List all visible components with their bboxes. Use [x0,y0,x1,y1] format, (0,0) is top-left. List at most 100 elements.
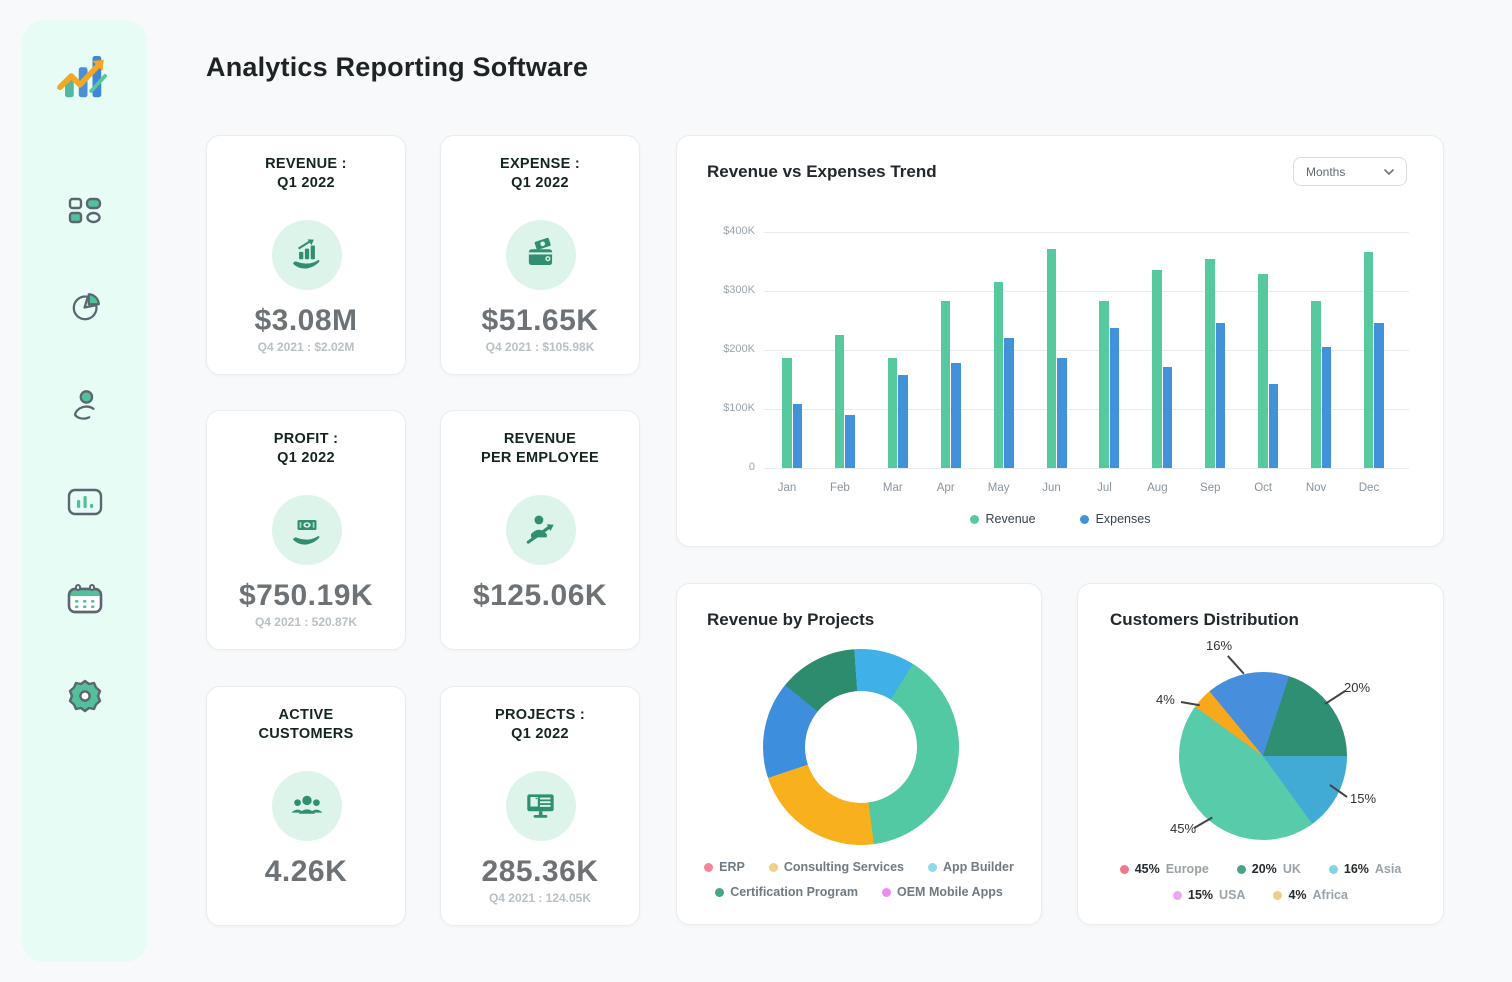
legend-dot [1273,891,1282,900]
revenue-bar[interactable] [1258,274,1268,468]
expenses-bar[interactable] [793,404,803,468]
expenses-bar[interactable] [1269,384,1279,468]
kpi-card-projects: PROJECTS :Q1 2022 285.36K Q4 2021 : 124.… [440,686,640,926]
expenses-bar[interactable] [1057,358,1067,468]
sidebar-nav [66,192,104,715]
customers-chart-title: Customers Distribution [1110,610,1299,630]
expenses-bar[interactable] [951,363,961,468]
legend-label: OEM Mobile Apps [897,885,1003,899]
legend-dot [882,888,891,897]
legend-dot [1329,865,1338,874]
revenue-bar[interactable] [1311,301,1321,468]
legend-dot [970,515,979,524]
kpi-title: REVENUEPER EMPLOYEE [441,430,639,468]
y-axis-tick-label: $200K [685,343,755,355]
kpi-card-profit: PROFIT :Q1 2022 $750.19K Q4 2021 : 520.8… [206,410,406,650]
legend-label: Expenses [1096,512,1151,526]
expenses-bar[interactable] [1216,323,1226,468]
bar-chart-icon[interactable] [66,483,104,521]
legend-dot [715,888,724,897]
hand-holding-chart-icon [272,220,342,290]
legend-label: ERP [719,860,745,874]
expenses-bar[interactable] [1322,347,1332,469]
user-icon[interactable] [66,386,104,424]
interval-dropdown-value: Months [1306,165,1345,179]
kpi-card-revenue: REVENUE :Q1 2022 $3.08M Q4 2021 : $2.02M [206,135,406,375]
legend-item-europe[interactable]: 45% Europe [1120,862,1209,876]
sidebar [22,20,147,962]
legend-percent: 45% [1135,862,1160,876]
legend-item-usa[interactable]: 15% USA [1173,888,1245,902]
legend-item-certification-program[interactable]: Certification Program [715,885,858,899]
kpi-subvalue: Q4 2021 : $2.02M [207,340,405,354]
expenses-bar[interactable] [1374,323,1384,468]
legend-dot [1080,515,1089,524]
revenue-bar[interactable] [835,335,845,468]
customers-pie-chart[interactable] [1179,672,1347,840]
kpi-value: 4.26K [207,855,405,889]
legend-dot [1173,891,1182,900]
legend-item-uk[interactable]: 20% UK [1237,862,1301,876]
projects-chart-title: Revenue by Projects [707,610,874,630]
legend-dot [1120,865,1129,874]
expenses-bar[interactable] [898,375,908,468]
chevron-down-icon [1384,169,1394,175]
pie-callout-africa: 4% [1156,692,1175,707]
legend-item-consulting-services[interactable]: Consulting Services [769,860,904,874]
legend-label: Asia [1375,862,1401,876]
legend-label: UK [1283,862,1301,876]
kpi-value: 285.36K [441,855,639,889]
pie-callout-europe: 45% [1170,821,1196,836]
kpi-value: $750.19K [207,579,405,613]
x-axis-tick-label: Apr [926,482,966,494]
legend-item-oem-mobile-apps[interactable]: OEM Mobile Apps [882,885,1003,899]
legend-label: Europe [1166,862,1209,876]
legend-item-erp[interactable]: ERP [704,860,745,874]
kpi-value: $3.08M [207,304,405,338]
y-axis-tick-label: 0 [685,461,755,473]
trend-plot-area [764,232,1409,468]
revenue-bar[interactable] [941,301,951,468]
app-logo-icon[interactable] [55,46,115,106]
revenue-bar[interactable] [888,358,898,468]
x-axis-tick-label: Jun [1032,482,1072,494]
legend-percent: 16% [1344,862,1369,876]
expenses-bar[interactable] [1004,338,1014,468]
legend-item-revenue[interactable]: Revenue [970,512,1036,526]
kpi-title: REVENUE :Q1 2022 [207,155,405,193]
kpi-title: PROJECTS :Q1 2022 [441,706,639,744]
revenue-by-projects-panel: Revenue by Projects ERP Consulting Servic… [676,583,1042,925]
kpi-title: PROFIT :Q1 2022 [207,430,405,468]
revenue-bar[interactable] [782,358,792,468]
expenses-bar[interactable] [845,415,855,468]
callout-line [1227,655,1244,674]
hand-holding-money-icon [272,495,342,565]
expenses-bar[interactable] [1163,367,1173,469]
interval-dropdown[interactable]: Months [1293,157,1407,186]
revenue-bar[interactable] [994,282,1004,468]
revenue-bar[interactable] [1205,259,1215,468]
settings-icon[interactable] [66,677,104,715]
revenue-bar[interactable] [1047,249,1057,469]
dashboard-icon[interactable] [66,192,104,230]
revenue-bar[interactable] [1364,252,1374,468]
legend-item-expenses[interactable]: Expenses [1080,512,1151,526]
revenue-bar[interactable] [1152,270,1162,468]
x-axis-tick-label: Feb [820,482,860,494]
x-axis-tick-label: Sep [1190,482,1230,494]
legend-item-africa[interactable]: 4% Africa [1273,888,1348,902]
callout-line [1194,817,1213,829]
x-axis-tick-label: May [979,482,1019,494]
trend-chart-title: Revenue vs Expenses Trend [707,162,937,182]
legend-item-asia[interactable]: 16% Asia [1329,862,1401,876]
kpi-subvalue: Q4 2021 : 520.87K [207,615,405,629]
calendar-icon[interactable] [66,580,104,618]
kpi-value: $51.65K [441,304,639,338]
legend-label: App Builder [943,860,1014,874]
legend-label: Africa [1313,888,1348,902]
pie-chart-icon[interactable] [66,289,104,327]
wallet-icon [506,220,576,290]
revenue-bar[interactable] [1099,301,1109,468]
legend-item-app-builder[interactable]: App Builder [928,860,1014,874]
expenses-bar[interactable] [1110,328,1120,468]
